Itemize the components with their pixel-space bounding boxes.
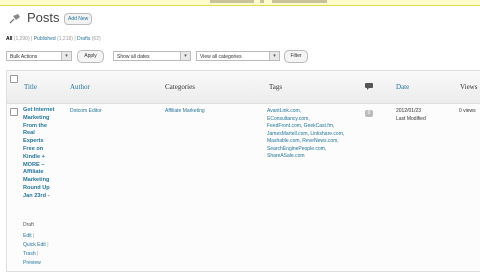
edit-link[interactable]: Edit [23, 233, 32, 239]
add-new-button[interactable]: Add New [64, 13, 93, 25]
separator: | [31, 36, 33, 42]
chevron-down-icon: ▾ [61, 52, 71, 60]
row-actions: Edit | Quick Edit | Trash | Preview [23, 232, 49, 268]
post-state: Draft [23, 222, 34, 228]
update-notice-strip [0, 0, 480, 6]
column-tags: Tags [269, 83, 283, 91]
comment-count-badge[interactable]: 0 [365, 110, 373, 117]
view-drafts-count: (62) [91, 36, 101, 42]
table-row: Get Internet Marketing From the Real Exp… [7, 104, 480, 271]
table-header: Title Author Categories Tags Date Views [7, 71, 480, 104]
dates-value: Show all dates [117, 54, 150, 60]
quick-edit-link[interactable]: Quick Edit [23, 242, 46, 248]
tag-link[interactable]: JamesMartell.com, Linkshare.com, [267, 131, 344, 139]
category-link[interactable]: Affiliate Marketing [165, 108, 205, 116]
categories-select[interactable]: View all categories ▾ [196, 51, 280, 61]
notice-text-fragment [272, 0, 327, 3]
categories-value: View all categories [200, 54, 242, 60]
chevron-down-icon: ▾ [269, 52, 279, 60]
page-title: Posts [27, 10, 60, 25]
column-author[interactable]: Author [70, 83, 90, 91]
dates-select[interactable]: Show all dates ▾ [113, 51, 191, 61]
date-status: Last Modified [396, 115, 426, 122]
bulk-actions-value: Bulk Actions [10, 54, 38, 60]
separator: | [33, 233, 35, 239]
separator: | [37, 251, 39, 257]
view-published-link[interactable]: Published [34, 36, 56, 42]
pushpin-icon [9, 14, 20, 24]
view-published-count: (1,218) [57, 36, 73, 42]
column-categories: Categories [165, 83, 195, 91]
tag-link[interactable]: AvantLink.com, [267, 108, 344, 116]
row-checkbox[interactable] [10, 108, 18, 116]
notice-text-fragment [210, 0, 254, 3]
column-title[interactable]: Title [24, 83, 37, 91]
view-drafts-link[interactable]: Drafts [77, 36, 90, 42]
view-all-count: (1,290) [13, 36, 30, 42]
view-all-link[interactable]: All [6, 36, 12, 42]
notice-text-fragment [260, 0, 264, 3]
views-count: 0 views [459, 108, 476, 114]
author-link[interactable]: Dotcom Editor [70, 108, 102, 116]
tag-link[interactable]: Mashable.com, ReveNews.com, [267, 138, 344, 146]
tags-list: AvantLink.com, EConsultancy.com, FeedFro… [267, 108, 344, 161]
select-all-checkbox[interactable] [10, 75, 18, 83]
post-title-link[interactable]: Get Internet Marketing From the Real Exp… [23, 107, 65, 201]
column-views: Views [460, 83, 478, 91]
tag-link[interactable]: ShareASale.com [267, 153, 344, 161]
preview-link[interactable]: Preview [23, 260, 41, 266]
comments-column-icon[interactable] [365, 83, 373, 90]
tag-link[interactable]: EConsultancy.com, [267, 116, 344, 124]
post-date: 2012/01/23 [396, 108, 422, 114]
tag-link[interactable]: SearchEnginePeople.com, [267, 146, 344, 154]
bulk-actions-select[interactable]: Bulk Actions ▾ [6, 51, 72, 61]
separator: | [74, 36, 76, 42]
tag-link[interactable]: FeedFront.com, GeekCast.fm, [267, 123, 344, 131]
posts-table: Title Author Categories Tags Date Views … [6, 70, 480, 272]
chevron-down-icon: ▾ [180, 52, 190, 60]
post-status-filters: All (1,290) | Published (1,218) | Drafts… [6, 36, 101, 42]
separator: | [47, 242, 49, 248]
column-date[interactable]: Date [396, 83, 409, 91]
apply-button[interactable]: Apply [77, 50, 104, 63]
trash-link[interactable]: Trash [23, 251, 36, 257]
filter-button[interactable]: Filter [284, 50, 308, 63]
